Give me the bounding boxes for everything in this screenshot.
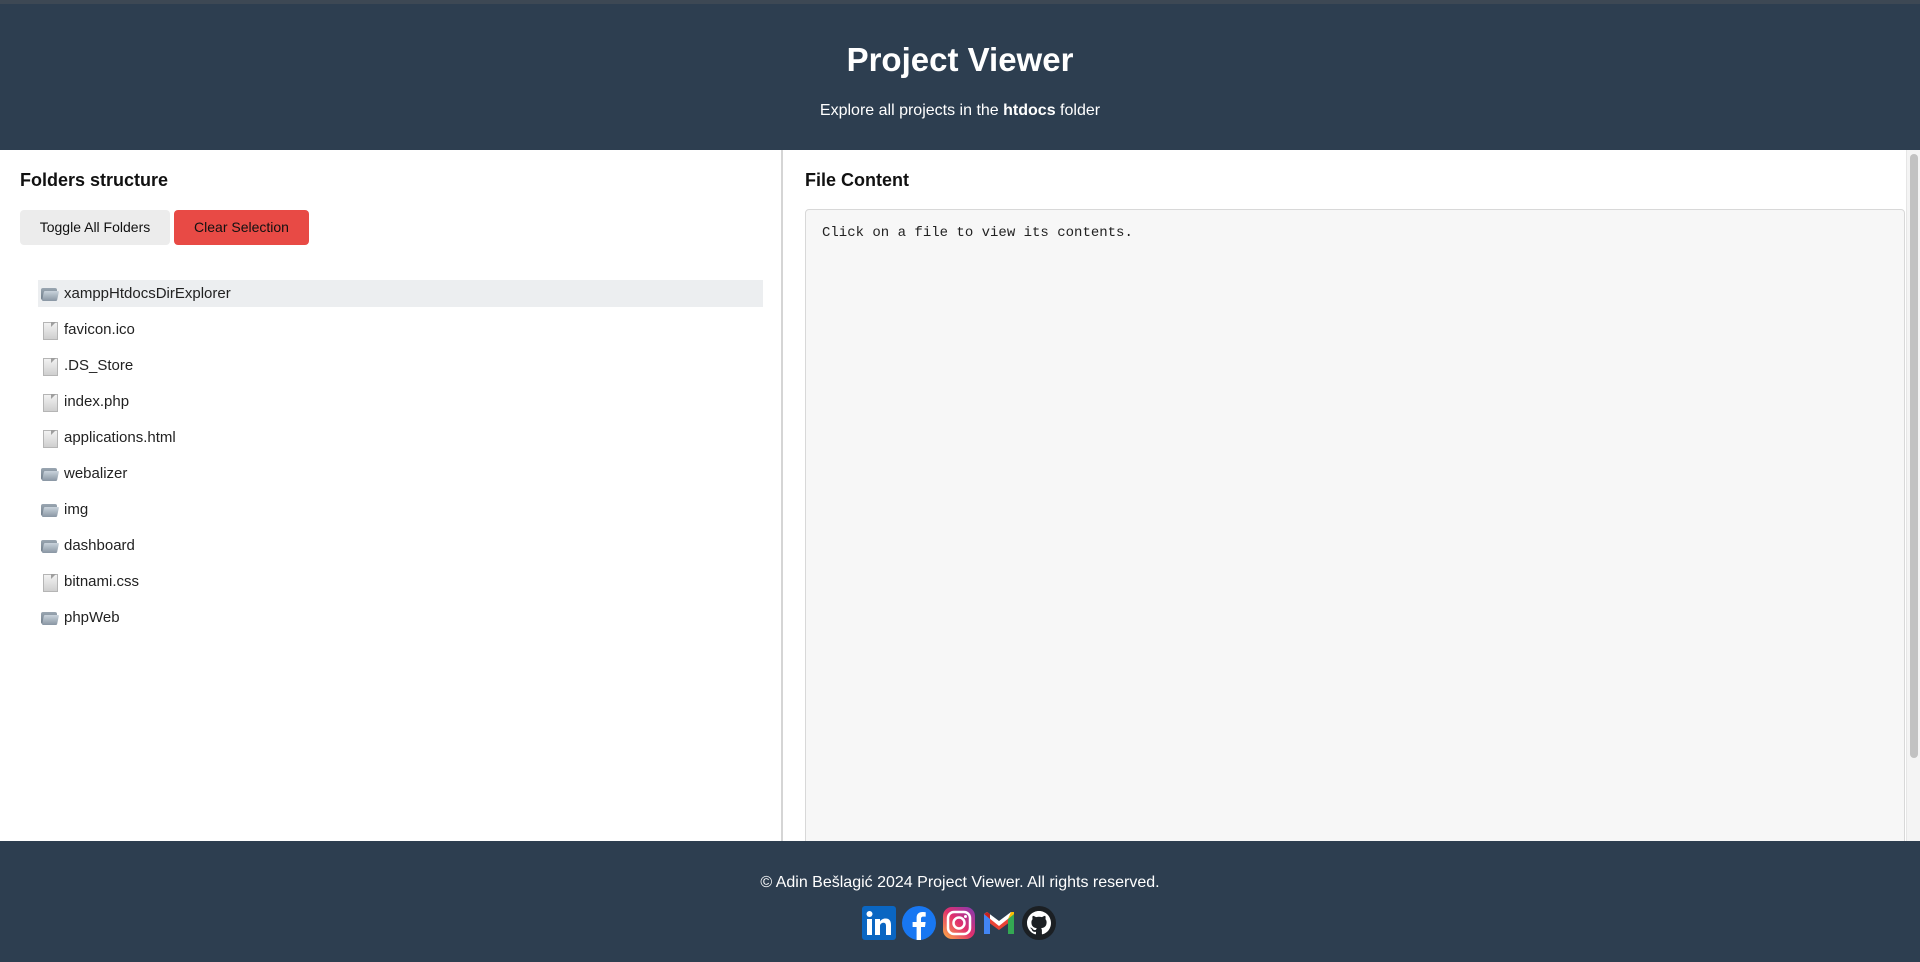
tree-item-label: .DS_Store xyxy=(64,357,134,374)
tree-item-folder[interactable]: img xyxy=(38,496,763,523)
tree-item-folder[interactable]: phpWeb xyxy=(38,604,763,631)
page-subtitle: Explore all projects in the htdocs folde… xyxy=(0,100,1920,122)
page-title: Project Viewer xyxy=(846,41,1074,78)
linkedin-icon[interactable] xyxy=(861,905,897,941)
tree-item-file[interactable]: .DS_Store xyxy=(38,352,763,379)
file-icon xyxy=(40,321,60,340)
folder-icon xyxy=(40,501,60,519)
folder-icon xyxy=(40,609,60,627)
copyright-text: © Adin Bešlagić 2024 Project Viewer. All… xyxy=(760,874,1160,891)
tree-item-label: phpWeb xyxy=(64,609,120,626)
tree-item-label: webalizer xyxy=(64,465,128,482)
instagram-icon[interactable] xyxy=(941,905,977,941)
gmail-icon[interactable] xyxy=(981,905,1017,941)
subtitle-folder-name: htdocs xyxy=(1003,102,1056,119)
file-content-panel: File Content Click on a file to view its… xyxy=(785,150,1920,849)
tree-item-label: index.php xyxy=(64,393,130,410)
tree-item-label: img xyxy=(64,501,89,518)
tree-item-folder[interactable]: dashboard xyxy=(38,532,763,559)
file-content-viewer[interactable]: Click on a file to view its contents. xyxy=(805,209,1905,849)
file-content-placeholder: Click on a file to view its contents. xyxy=(822,225,1133,241)
social-links xyxy=(861,905,1057,941)
file-icon xyxy=(40,429,60,448)
folder-icon xyxy=(40,465,60,483)
subtitle-suffix: folder xyxy=(1060,102,1101,119)
file-icon xyxy=(40,357,60,376)
clear-selection-button[interactable]: Clear Selection xyxy=(174,210,309,245)
tree-item-label: dashboard xyxy=(64,537,135,554)
file-icon xyxy=(40,573,60,592)
folder-icon xyxy=(40,285,60,303)
tree-item-file[interactable]: applications.html xyxy=(38,424,763,451)
github-icon[interactable] xyxy=(1021,905,1057,941)
tree-item-label: xamppHtdocsDirExplorer xyxy=(64,285,231,302)
tree-item-label: applications.html xyxy=(64,429,176,446)
scrollbar-thumb[interactable] xyxy=(1910,154,1918,758)
tree-item-file[interactable]: index.php xyxy=(38,388,763,415)
page-footer: © Adin Bešlagić 2024 Project Viewer. All… xyxy=(0,841,1920,962)
folders-panel-title: Folders structure xyxy=(20,170,169,190)
folder-icon xyxy=(40,537,60,555)
vertical-scrollbar[interactable] xyxy=(1906,150,1920,841)
folders-panel: Folders structure Toggle All Folders Cle… xyxy=(0,150,783,841)
tree-item-label: bitnami.css xyxy=(64,573,140,590)
subtitle-prefix: Explore all projects in the xyxy=(819,102,999,119)
tree-item-file[interactable]: bitnami.css xyxy=(38,568,763,595)
tree-item-label: favicon.ico xyxy=(64,321,135,338)
tree-item-folder[interactable]: xamppHtdocsDirExplorer xyxy=(38,280,763,307)
file-icon xyxy=(40,393,60,412)
tree-item-file[interactable]: favicon.ico xyxy=(38,316,763,343)
toggle-all-folders-button[interactable]: Toggle All Folders xyxy=(20,210,170,245)
folder-tree: xamppHtdocsDirExplorer favicon.ico .DS_S… xyxy=(38,280,763,640)
facebook-icon[interactable] xyxy=(901,905,937,941)
tree-item-folder[interactable]: webalizer xyxy=(38,460,763,487)
page-header: Project Viewer Explore all projects in t… xyxy=(0,4,1920,150)
file-content-title: File Content xyxy=(805,170,909,190)
